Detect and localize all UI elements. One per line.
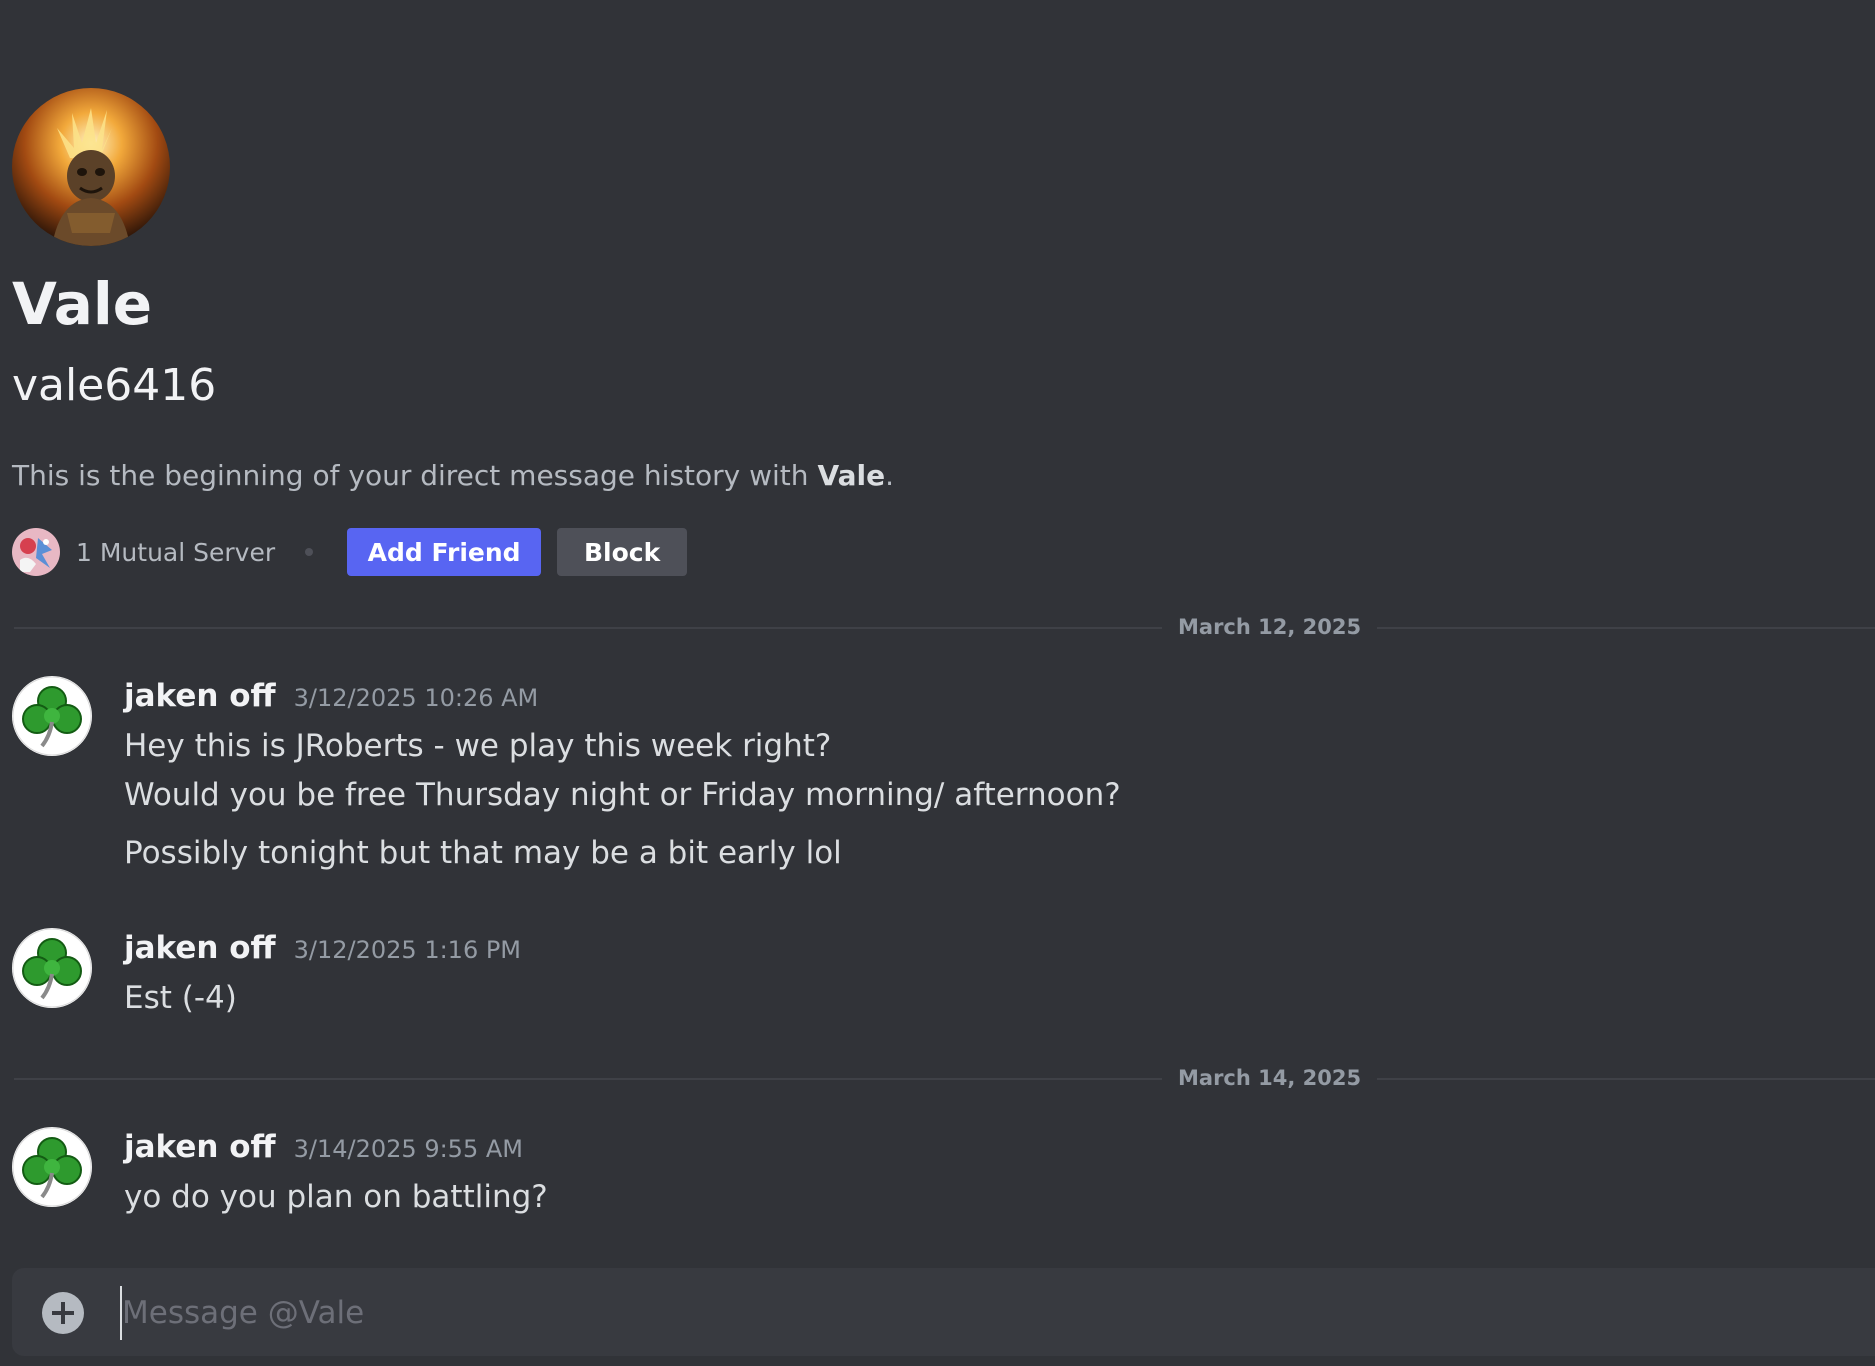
message-content: Est (-4) [124,980,237,1016]
block-button[interactable]: Block [557,528,688,576]
dm-channel: Vale vale6416 This is the beginning of y… [0,0,1875,1366]
mutual-server-count[interactable]: 1 Mutual Server [76,538,275,567]
message-input[interactable] [120,1286,1824,1340]
message-author[interactable]: jaken off [124,928,276,968]
dot-separator [305,548,314,556]
server-icon[interactable] [12,528,60,576]
dm-intro-text: This is the beginning of your direct mes… [12,456,894,496]
profile-username: vale6416 [12,360,217,411]
author-avatar[interactable] [12,1127,92,1207]
shamrock-icon [12,676,92,756]
shamrock-icon [12,1127,92,1207]
message-content: Possibly tonight but that may be a bit e… [124,835,842,871]
dm-intro-name: Vale [817,459,886,492]
message-group: jaken off 3/12/2025 10:26 AM Hey this is… [12,676,1875,876]
mutual-actions-row: 1 Mutual Server Add Friend Block [12,528,688,576]
plus-circle-icon[interactable] [42,1292,84,1334]
date-divider: March 14, 2025 [14,1064,1875,1092]
date-divider-label: March 14, 2025 [1162,1064,1378,1092]
profile-display-name: Vale [12,270,153,338]
message-content: Would you be free Thursday night or Frid… [124,777,1121,813]
shamrock-icon [12,928,92,1008]
date-divider: March 12, 2025 [14,613,1875,641]
message-header: jaken off 3/14/2025 9:55 AM [124,1127,523,1167]
profile-avatar[interactable] [12,88,170,246]
date-divider-label: March 12, 2025 [1162,613,1378,641]
message-timestamp: 3/12/2025 10:26 AM [293,684,539,712]
message-author[interactable]: jaken off [124,676,276,716]
message-header: jaken off 3/12/2025 1:16 PM [124,928,521,968]
author-avatar[interactable] [12,928,92,1008]
dm-intro-prefix: This is the beginning of your direct mes… [12,459,818,492]
message-timestamp: 3/12/2025 1:16 PM [293,936,522,964]
message-author[interactable]: jaken off [124,1127,276,1167]
message-group: jaken off 3/14/2025 9:55 AM yo do you pl… [12,1127,1875,1227]
message-composer [12,1268,1875,1356]
author-avatar[interactable] [12,676,92,756]
dm-intro-suffix: . [885,459,894,492]
add-friend-button[interactable]: Add Friend [347,528,542,576]
message-header: jaken off 3/12/2025 10:26 AM [124,676,538,716]
message-group: jaken off 3/12/2025 1:16 PM Est (-4) [12,928,1875,1028]
message-content: Hey this is JRoberts - we play this week… [124,728,832,764]
message-timestamp: 3/14/2025 9:55 AM [293,1135,523,1163]
message-content: yo do you plan on battling? [124,1179,548,1215]
